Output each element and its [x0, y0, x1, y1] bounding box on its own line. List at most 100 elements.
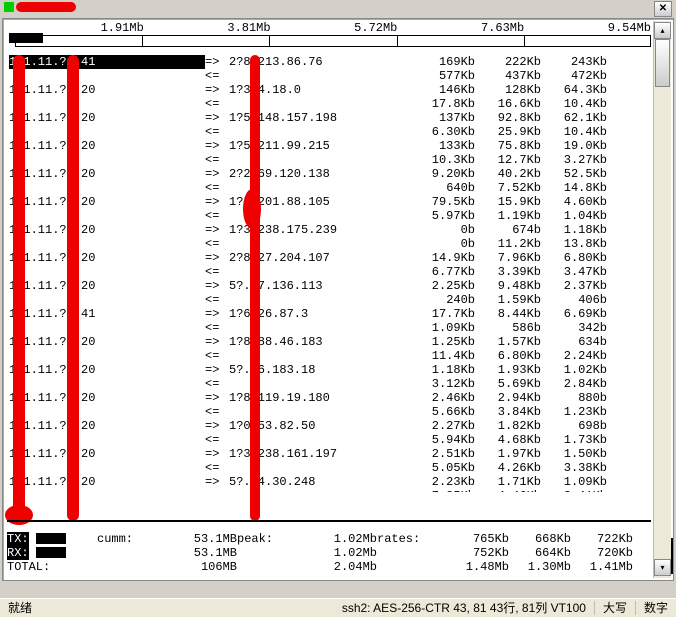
scroll-up-button[interactable]: ▴ — [654, 22, 671, 39]
local-ip: 1?1.11.?4.20 — [9, 419, 205, 433]
arrow-in-icon: <= — [205, 181, 229, 195]
scale-tick-label: 9.54Mb — [524, 21, 651, 35]
traffic-row-in: <=6.77Kb3.39Kb3.47Kb — [9, 265, 651, 279]
arrow-out-icon: => — [205, 139, 229, 153]
rate-10s: 128Kb — [475, 83, 541, 97]
rate-40s: 1.09Kb — [541, 475, 607, 489]
rate-10s: 92.8Kb — [475, 111, 541, 125]
summary-label: RX: — [7, 546, 97, 560]
divider — [7, 520, 651, 522]
summary-rates-label: rates: — [377, 532, 447, 546]
rate-2s: 577Kb — [409, 69, 475, 83]
traffic-row-in: <=640b7.52Kb14.8Kb — [9, 181, 651, 195]
rate-40s: 243Kb — [541, 55, 607, 69]
local-ip: 1?1.11.?4.20 — [9, 447, 205, 461]
local-ip: 1?1.11.?4.20 — [9, 279, 205, 293]
arrow-out-icon: => — [205, 307, 229, 321]
arrow-out-icon: => — [205, 251, 229, 265]
rate-40s: 634b — [541, 335, 607, 349]
rate-10s: 2.94Kb — [475, 391, 541, 405]
rate-40s: 2.37Kb — [541, 279, 607, 293]
local-ip: 1?1.11.?4.20 — [9, 83, 205, 97]
rate-2s: 5.94Kb — [409, 433, 475, 447]
rate-10s: 1.59Kb — [475, 293, 541, 307]
rate-2s: 17.8Kb — [409, 97, 475, 111]
traffic-row-out: 1?1.11.?4.20=>1?0.53.82.502.27Kb1.82Kb69… — [9, 419, 651, 433]
status-indicator-icon — [4, 2, 14, 12]
arrow-in-icon: <= — [205, 69, 229, 83]
summary-cumm-label: cumm: — [97, 532, 167, 546]
arrow-in-icon: <= — [205, 209, 229, 223]
rate-40s: 19.0Kb — [541, 139, 607, 153]
rate-10s: 7.52Kb — [475, 181, 541, 195]
rate-2s: 5.05Kb — [409, 461, 475, 475]
rate-10s: 11.2Kb — [475, 237, 541, 251]
rate-2s: 7.85Kb — [409, 489, 475, 492]
rate-40s: 342b — [541, 321, 607, 335]
rate-40s: 10.4Kb — [541, 125, 607, 139]
arrow-in-icon: <= — [205, 237, 229, 251]
rate-2s: 2.25Kb — [409, 279, 475, 293]
scale-tick-label: 5.72Mb — [271, 21, 398, 35]
status-bar: 就绪 ssh2: AES-256-CTR 43, 81 43行, 81列 VT1… — [0, 598, 676, 617]
rate-2s: 146Kb — [409, 83, 475, 97]
rate-40s: 2.84Kb — [541, 377, 607, 391]
traffic-row-in: <=240b1.59Kb406b — [9, 293, 651, 307]
rate-2s: 11.4Kb — [409, 349, 475, 363]
summary-peak-value: 1.02Mb — [307, 532, 377, 546]
scroll-down-button[interactable]: ▾ — [654, 559, 671, 576]
summary-rate-10s: 664Kb — [509, 546, 571, 560]
summary-rates-label — [377, 560, 447, 574]
summary-cumm-label — [97, 546, 167, 560]
terminal-area[interactable]: 1.91Mb3.81Mb5.72Mb7.63Mb9.54Mb 1?1.11.?4… — [2, 18, 674, 581]
summary-rate-2s: 752Kb — [447, 546, 509, 560]
rate-2s: 5.97Kb — [409, 209, 475, 223]
rate-40s: 3.27Kb — [541, 153, 607, 167]
rate-40s: 1.18Kb — [541, 223, 607, 237]
rate-2s: 6.77Kb — [409, 265, 475, 279]
traffic-row-in: <=577Kb437Kb472Kb — [9, 69, 651, 83]
rate-2s: 14.9Kb — [409, 251, 475, 265]
local-ip: 1?1.11.?4.20 — [9, 167, 205, 181]
status-connection: ssh2: AES-256-CTR 43, 81 43行, 81列 VT100 — [334, 601, 594, 615]
rate-10s: 25.9Kb — [475, 125, 541, 139]
redaction-stroke — [13, 55, 25, 521]
rate-10s: 1.93Kb — [475, 363, 541, 377]
traffic-row-out: 1?1.11.?4.41=>2?8.213.86.76169Kb222Kb243… — [9, 55, 651, 69]
rate-10s: 1.19Kb — [475, 209, 541, 223]
summary-rate-10s: 668Kb — [509, 532, 571, 546]
redaction-stroke — [67, 55, 79, 521]
rate-40s: 6.69Kb — [541, 307, 607, 321]
traffic-row-out: 1?1.11.?4.20=>1?5.201.88.10579.5Kb15.9Kb… — [9, 195, 651, 209]
summary-rate-40s: 722Kb — [571, 532, 633, 546]
traffic-row-out: 1?1.11.?4.20=>2?8.27.204.10714.9Kb7.96Kb… — [9, 251, 651, 265]
arrow-in-icon: <= — [205, 97, 229, 111]
rate-40s: 52.5Kb — [541, 167, 607, 181]
scroll-track[interactable] — [655, 39, 670, 560]
rate-2s: 0b — [409, 223, 475, 237]
rate-10s: 674b — [475, 223, 541, 237]
rate-10s: 4.68Kb — [475, 433, 541, 447]
traffic-row-in: <=17.8Kb16.6Kb10.4Kb — [9, 97, 651, 111]
rate-40s: 1.04Kb — [541, 209, 607, 223]
scroll-thumb[interactable] — [655, 39, 670, 87]
summary-rates-label — [377, 546, 447, 560]
vertical-scrollbar[interactable]: ▴ ▾ — [653, 21, 671, 578]
rate-10s: 8.44Kb — [475, 307, 541, 321]
arrow-out-icon: => — [205, 111, 229, 125]
rate-40s: 3.38Kb — [541, 461, 607, 475]
rate-40s: 62.1Kb — [541, 111, 607, 125]
rate-40s: 698b — [541, 419, 607, 433]
close-button[interactable]: ✕ — [654, 1, 672, 17]
traffic-row-out: 1?1.11.?4.20=>5?.54.30.2482.23Kb1.71Kb1.… — [9, 475, 651, 489]
rate-40s: 1.23Kb — [541, 405, 607, 419]
traffic-row-in: <=3.12Kb5.69Kb2.84Kb — [9, 377, 651, 391]
traffic-row-in: <=0b11.2Kb13.8Kb — [9, 237, 651, 251]
rate-2s: 240b — [409, 293, 475, 307]
redaction-stroke — [250, 55, 260, 521]
local-ip: 1?1.11.?4.20 — [9, 475, 205, 489]
rate-2s: 1.18Kb — [409, 363, 475, 377]
arrow-in-icon: <= — [205, 153, 229, 167]
traffic-row-out: 1?1.11.?4.20=>1?5.148.157.198137Kb92.8Kb… — [9, 111, 651, 125]
rate-2s: 6.30Kb — [409, 125, 475, 139]
